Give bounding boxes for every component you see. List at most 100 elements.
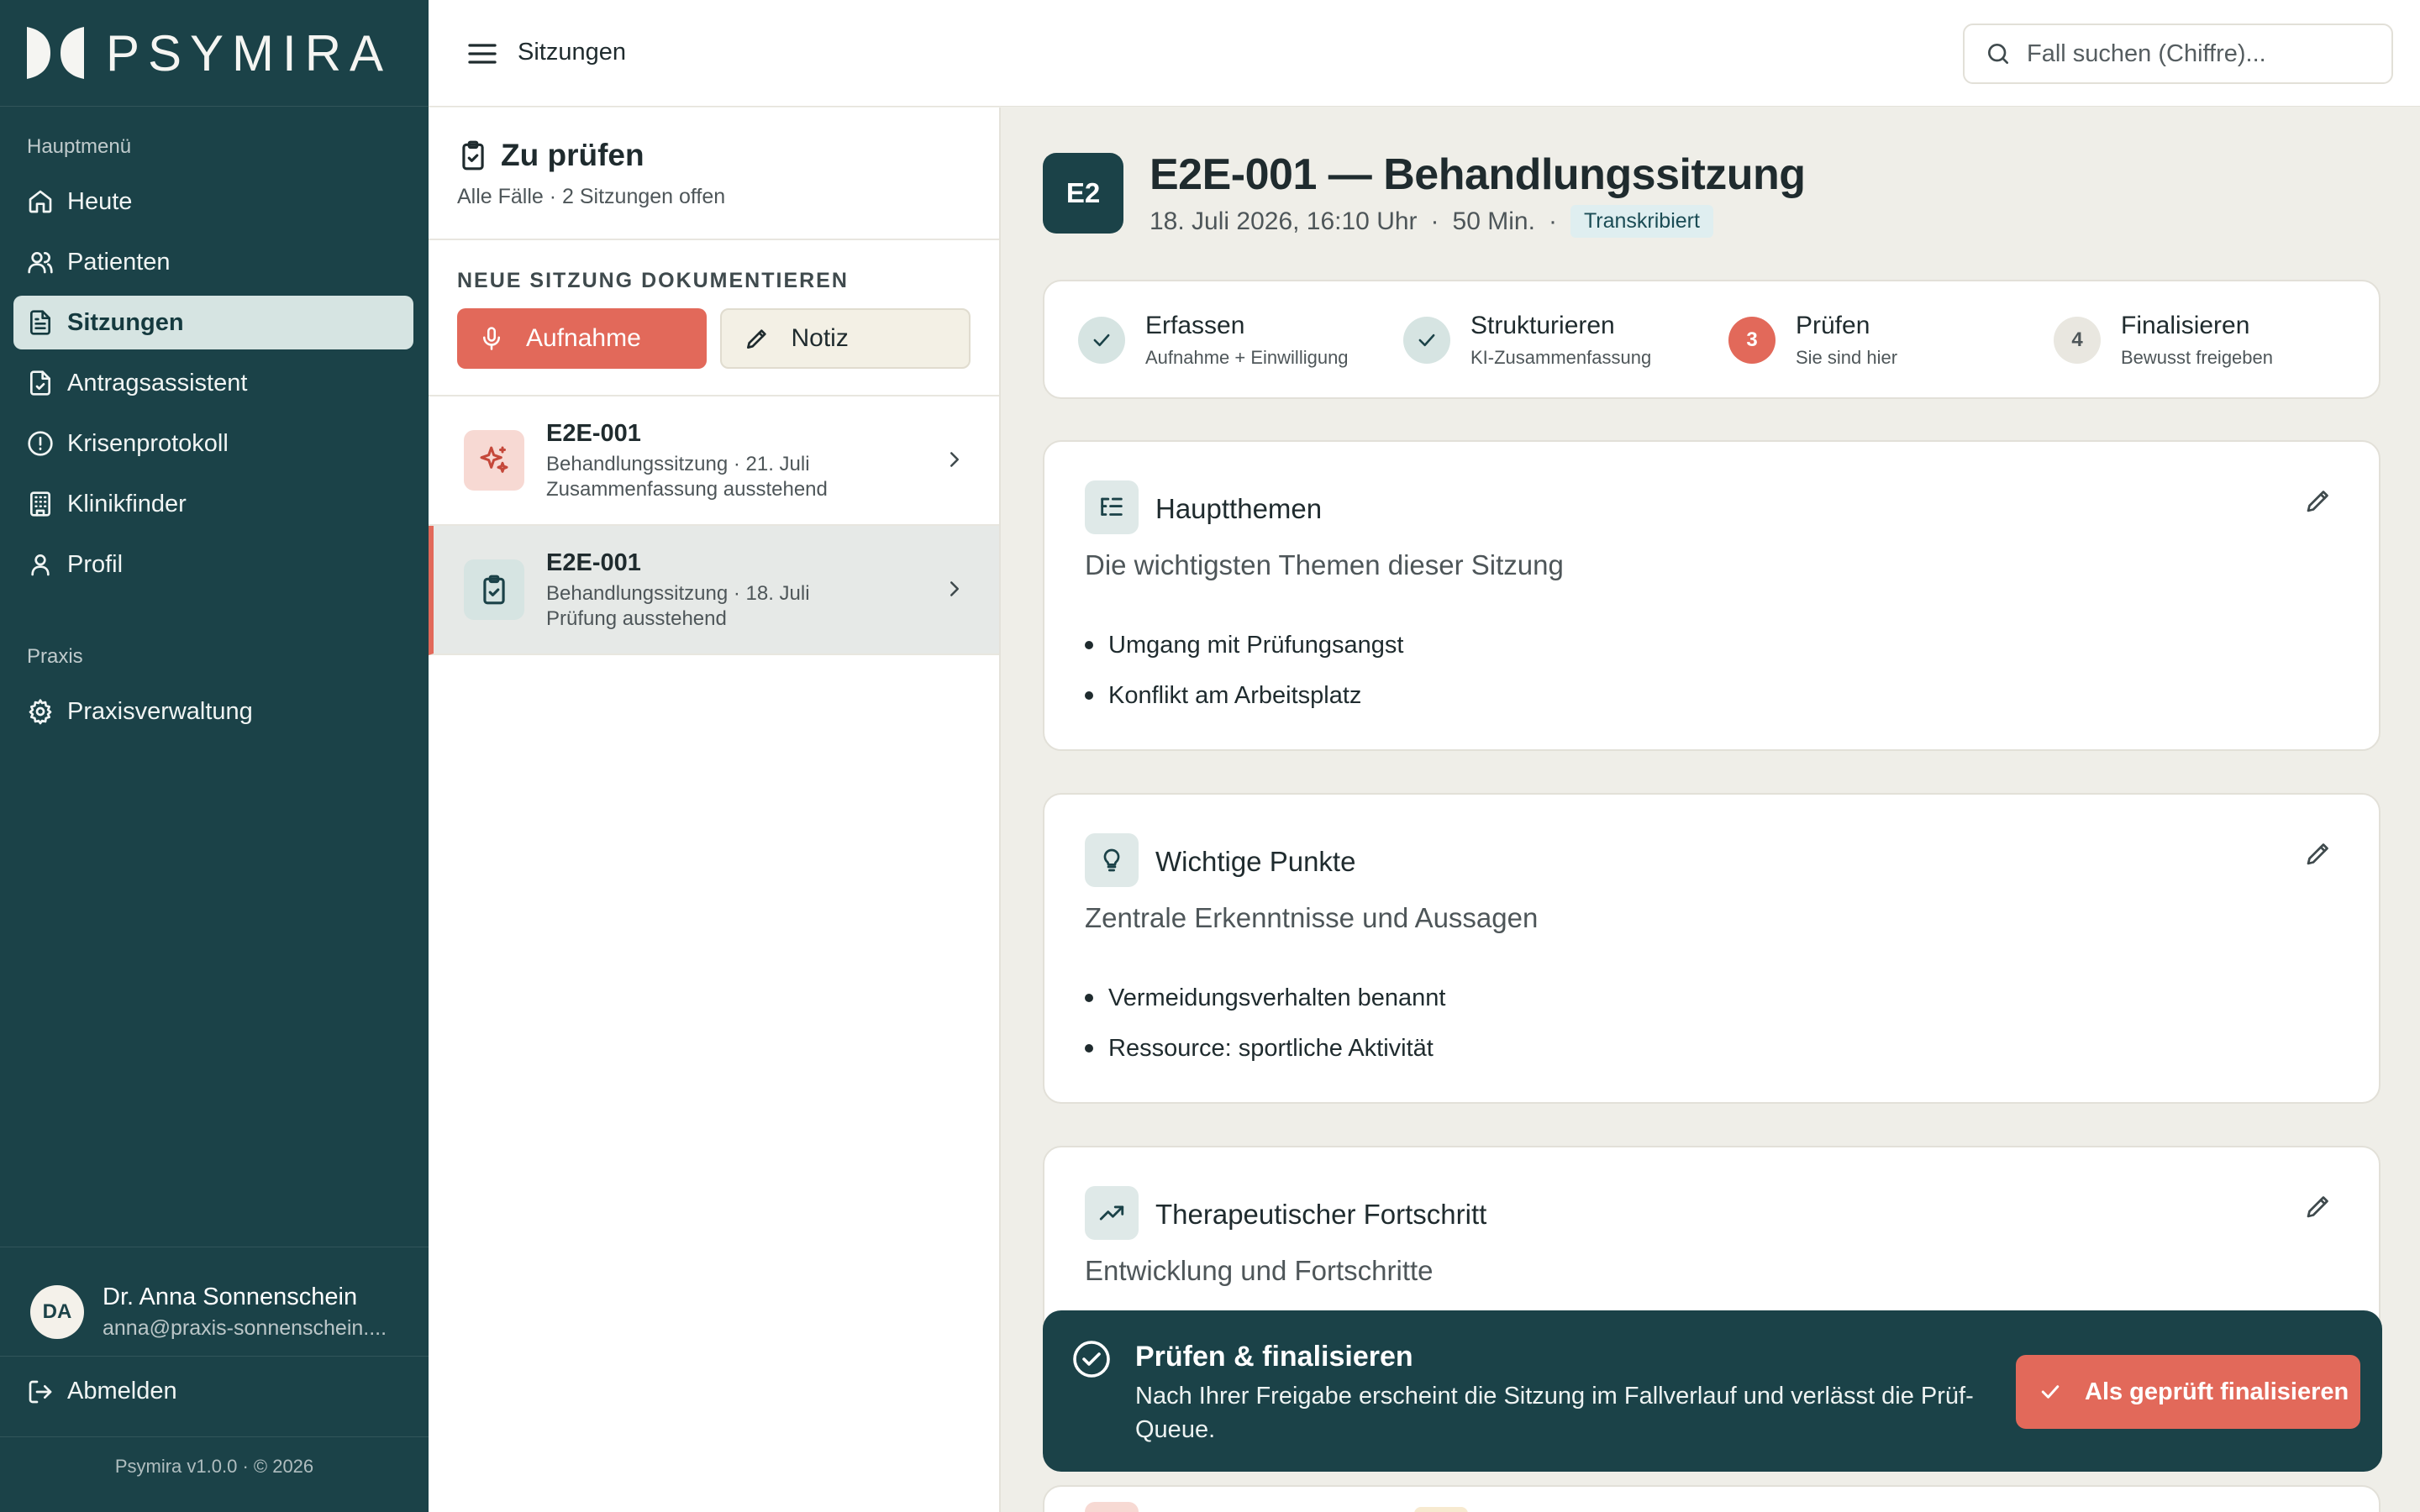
microphone-icon	[483, 327, 500, 350]
alert-circle-icon	[28, 431, 53, 456]
user-email: anna@praxis-sonnenschein....	[103, 1316, 387, 1340]
sidebar-item-patienten[interactable]: Patienten	[13, 235, 413, 289]
sidebar-item-heute[interactable]: Heute	[13, 175, 413, 228]
clipboard-check-icon	[464, 559, 524, 620]
list-item: Ressource: sportliche Aktivität	[1085, 1023, 1445, 1074]
step-title: Strukturieren	[1470, 312, 1615, 339]
sidebar-item-label: Praxisverwaltung	[67, 697, 253, 725]
session-detail: E2 E2E-001 — Behandlungssitzung 18. Juli…	[1002, 108, 2420, 1512]
version-info: Psymira v1.0.0 · © 2026	[114, 1456, 314, 1477]
queue-title-row: Zu prüfen	[457, 138, 971, 173]
check-icon	[2041, 1385, 2060, 1399]
sidebar-item-label: Heute	[67, 187, 133, 215]
user-name: Dr. Anna Sonnenschein	[103, 1284, 358, 1310]
finalize-text: Nach Ihrer Freigabe erscheint die Sitzun…	[1135, 1383, 1974, 1443]
step-subtitle: Aufnahme + Einwilligung	[1145, 347, 1349, 368]
brand-logo[interactable]: PSYMIRA	[0, 0, 429, 107]
building-icon	[30, 491, 50, 517]
workflow-stepper: Erfassen Aufnahme + Einwilligung Struktu…	[1043, 280, 2381, 399]
step-title: Finalisieren	[2121, 312, 2250, 339]
note-button[interactable]: Notiz	[720, 308, 971, 369]
queue-item-id: E2E-001	[546, 549, 641, 576]
step-number: 4	[2054, 317, 2101, 364]
queue-item-status: Zusammenfassung ausstehend	[546, 477, 828, 501]
card-wichtige-punkte: Wichtige Punkte Zentrale Erkenntnisse un…	[1043, 793, 2381, 1104]
pencil-icon	[747, 329, 767, 349]
step-erfassen: Erfassen Aufnahme + Einwilligung	[1078, 312, 1349, 369]
card-subtitle: Entwicklung und Fortschritte	[1085, 1255, 1434, 1286]
menu-icon[interactable]	[466, 37, 499, 71]
note-label: Notiz	[791, 324, 849, 352]
step-subtitle: KI-Zusammenfassung	[1470, 347, 1652, 368]
edit-pencil-icon[interactable]	[2303, 1191, 2333, 1221]
practice-label: Praxis	[27, 645, 83, 668]
new-session-label: NEUE SITZUNG DOKUMENTIEREN	[457, 269, 849, 292]
step-title: Erfassen	[1145, 312, 1245, 339]
search-icon	[1988, 44, 2008, 64]
brand-name: PSYMIRA	[106, 24, 392, 81]
card-icon	[1085, 1502, 1139, 1512]
main-menu-label: Hauptmenü	[27, 135, 132, 158]
list-indent-icon	[1085, 480, 1139, 534]
topic-list: Umgang mit Prüfungsangst Konflikt am Arb…	[1085, 620, 1403, 721]
search-input[interactable]	[2027, 39, 2380, 68]
finalize-bar: Prüfen & finalisieren Nach Ihrer Freigab…	[1043, 1310, 2382, 1472]
queue-title: Zu prüfen	[501, 138, 644, 172]
sidebar-item-krisenprotokoll[interactable]: Krisenprotokoll	[13, 417, 413, 470]
card-title: Wichtige Punkte	[1155, 846, 1356, 877]
meta-separator: ·	[1430, 207, 1439, 235]
sidebar-divider	[0, 1356, 429, 1357]
list-item: Vermeidungsverhalten benannt	[1085, 973, 1445, 1023]
sidebar-item-klinikfinder[interactable]: Klinikfinder	[13, 477, 413, 531]
sidebar-item-sitzungen[interactable]: Sitzungen	[13, 296, 413, 349]
user-icon	[31, 554, 50, 576]
avatar: DA	[30, 1285, 84, 1339]
step-subtitle: Sie sind hier	[1796, 347, 1898, 368]
page-title: Sitzungen	[518, 39, 626, 66]
step-subtitle: Bewusst freigeben	[2121, 347, 2273, 368]
logout-button[interactable]: Abmelden	[27, 1378, 177, 1405]
logout-icon	[29, 1380, 52, 1403]
meta-separator: ·	[1548, 207, 1557, 235]
session-date: 18. Juli 2026, 16:10 Uhr	[1150, 207, 1418, 235]
check-circle-icon	[1073, 1341, 1110, 1378]
session-duration: 50 Min.	[1452, 207, 1535, 235]
sidebar-divider	[0, 1436, 429, 1437]
finalize-title: Prüfen & finalisieren	[1135, 1341, 1413, 1373]
queue-item-details: Behandlungssitzung · 18. Juli	[546, 581, 810, 605]
user-profile[interactable]: DA Dr. Anna Sonnenschein anna@praxis-son…	[30, 1284, 397, 1341]
sidebar-item-praxisverwaltung[interactable]: Praxisverwaltung	[13, 685, 413, 738]
chevron-right-icon	[950, 452, 959, 467]
finalize-button[interactable]: Als geprüft finalisieren	[2016, 1355, 2360, 1429]
edit-pencil-icon[interactable]	[2303, 838, 2333, 869]
record-label: Aufnahme	[526, 324, 641, 352]
session-meta: 18. Juli 2026, 16:10 Uhr · 50 Min. · Tra…	[1150, 205, 1713, 238]
card-subtitle: Die wichtigsten Themen dieser Sitzung	[1085, 549, 1564, 580]
step-strukturieren: Strukturieren KI-Zusammenfassung	[1403, 312, 1651, 369]
queue-item[interactable]: E2E-001 Behandlungssitzung · 21. Juli Zu…	[429, 396, 999, 526]
edit-pencil-icon[interactable]	[2303, 486, 2333, 516]
review-queue: Zu prüfen Alle Fälle · 2 Sitzungen offen…	[429, 108, 1001, 1512]
search-field[interactable]	[1963, 24, 2393, 84]
step-finalisieren: 4 Finalisieren Bewusst freigeben	[2054, 312, 2273, 369]
queue-header: Zu prüfen Alle Fälle · 2 Sitzungen offen	[429, 108, 999, 240]
key-points-list: Vermeidungsverhalten benannt Ressource: …	[1085, 973, 1445, 1074]
clipboard-check-icon	[462, 140, 484, 171]
session-title: E2E-001 — Behandlungssitzung	[1150, 150, 1806, 199]
brand-mark-icon	[25, 25, 86, 81]
card-next-partial	[1043, 1485, 2381, 1512]
sidebar-item-label: Antragsassistent	[67, 369, 248, 396]
card-title: Hauptthemen	[1155, 493, 1323, 524]
sidebar-item-label: Profil	[67, 550, 124, 578]
card-title: Therapeutischer Fortschritt	[1155, 1199, 1487, 1230]
card-hauptthemen: Hauptthemen Die wichtigsten Themen diese…	[1043, 440, 2381, 751]
chevron-right-icon	[950, 581, 959, 596]
card-subtitle: Zentrale Erkenntnisse und Aussagen	[1085, 902, 1539, 933]
record-button[interactable]: Aufnahme	[457, 308, 708, 369]
sidebar-item-profil[interactable]: Profil	[13, 538, 413, 591]
step-number: 3	[1728, 317, 1776, 364]
queue-item[interactable]: E2E-001 Behandlungssitzung · 18. Juli Pr…	[429, 526, 999, 655]
sidebar-item-antragsassistent[interactable]: Antragsassistent	[13, 356, 413, 410]
gear-icon	[29, 699, 52, 725]
finalize-button-label: Als geprüft finalisieren	[2085, 1378, 2349, 1405]
